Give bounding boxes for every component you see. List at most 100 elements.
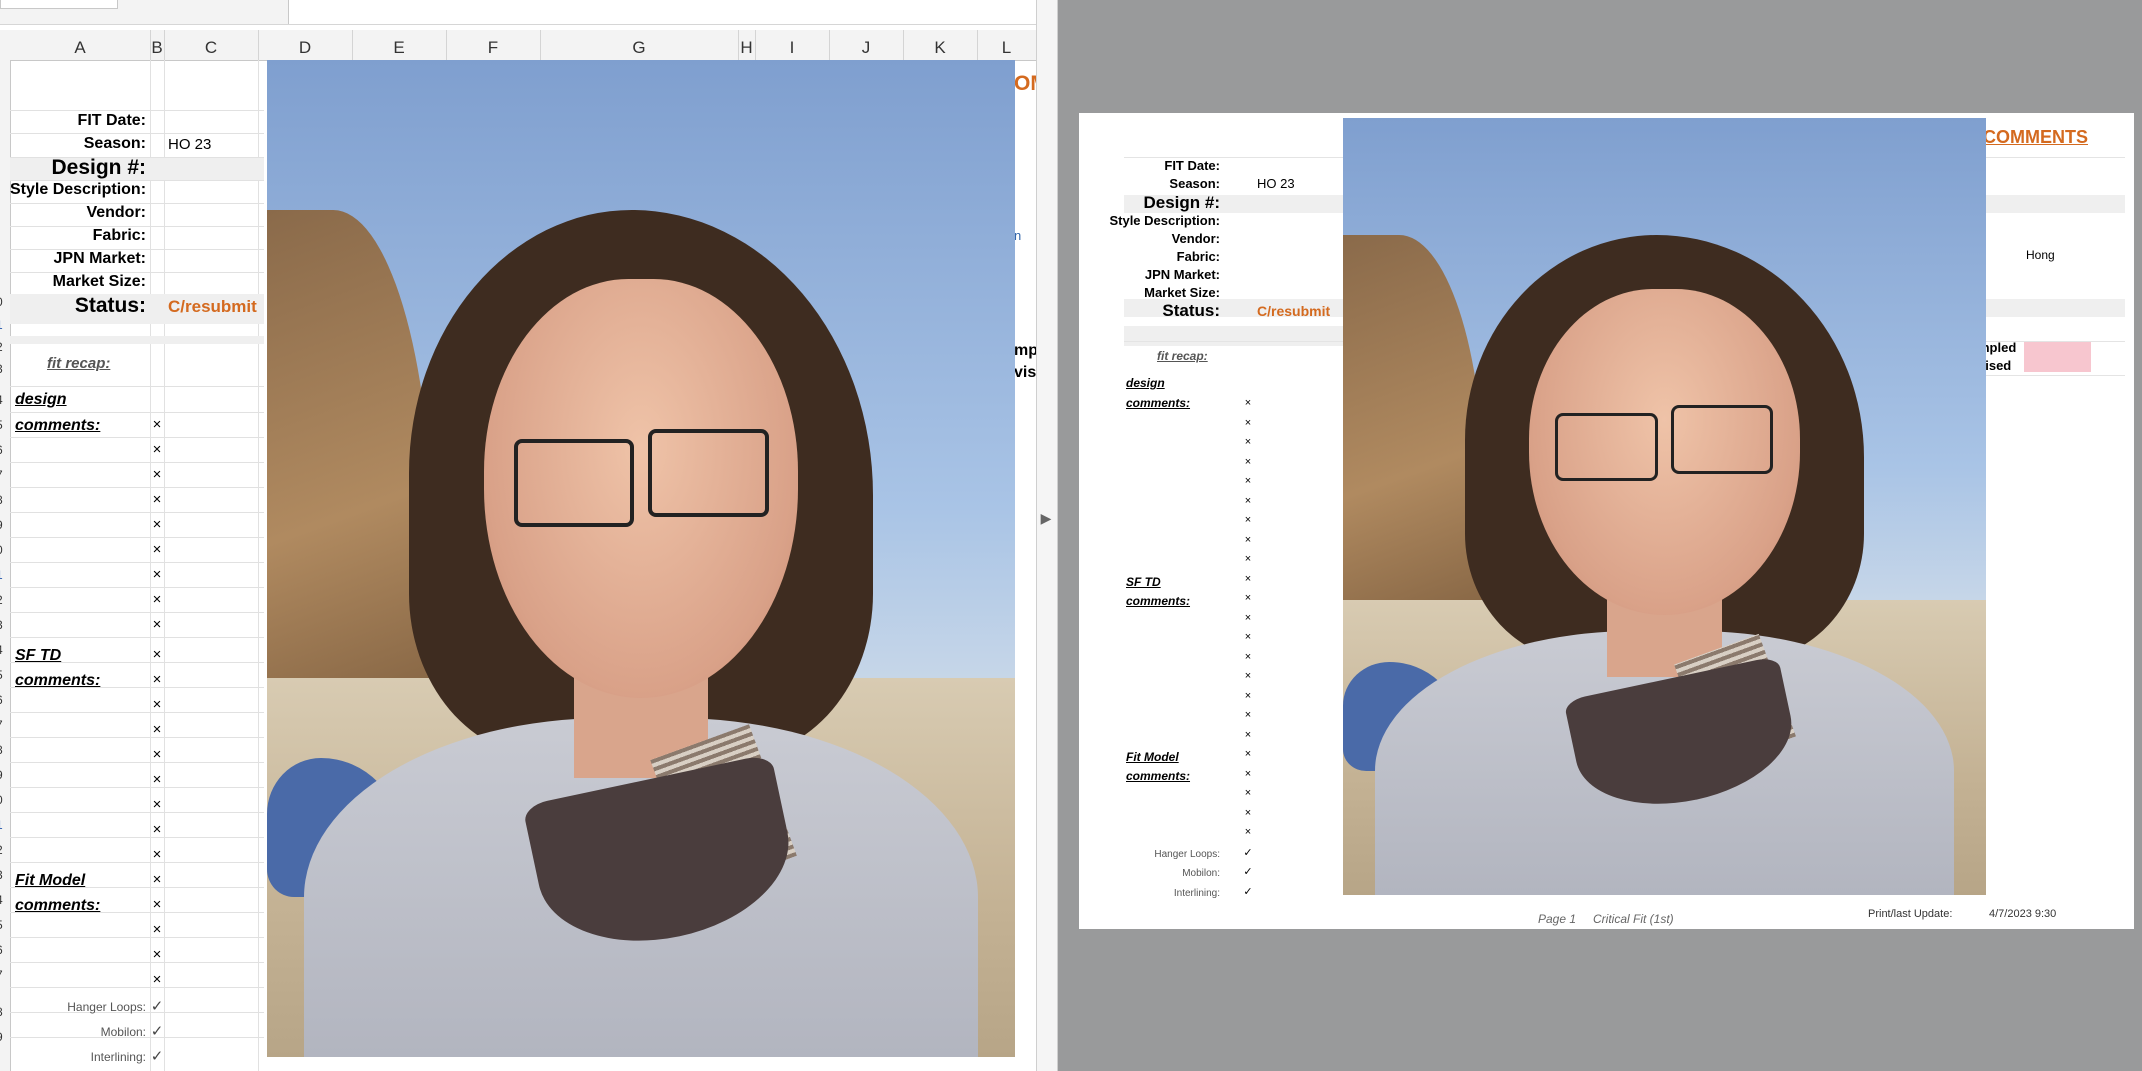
- gridline: [10, 562, 264, 563]
- column-header-k[interactable]: K: [903, 30, 978, 60]
- row-number[interactable]: 0: [0, 295, 8, 309]
- row-number[interactable]: 3: [0, 362, 8, 376]
- fabric-label: Fabric:: [1176, 249, 1220, 264]
- spreadsheet-view[interactable]: A B C D E F G H I J K L 0 1 2 3 4 5 6 7 …: [0, 0, 1036, 1071]
- row-number[interactable]: 0: [0, 543, 8, 557]
- embedded-photo[interactable]: [267, 60, 1015, 1057]
- status-label: Status:: [1162, 301, 1220, 320]
- x-mark[interactable]: ×: [147, 871, 167, 888]
- column-header-a[interactable]: A: [10, 30, 151, 60]
- row-number[interactable]: 6: [0, 443, 8, 457]
- x-mark[interactable]: ×: [147, 971, 167, 988]
- x-mark: ×: [1244, 690, 1252, 702]
- row-number[interactable]: 1: [0, 318, 8, 332]
- gridline: [10, 612, 264, 613]
- row-number[interactable]: 7: [0, 718, 8, 732]
- fit-model-comments-heading-2: comments:: [15, 897, 101, 914]
- x-mark[interactable]: ×: [147, 896, 167, 913]
- row-number[interactable]: 4: [0, 643, 8, 657]
- column-header-i[interactable]: I: [755, 30, 830, 60]
- row-number[interactable]: 2: [0, 340, 8, 354]
- gridline: [10, 962, 264, 963]
- check-mark[interactable]: ✓: [147, 1047, 167, 1065]
- row-number[interactable]: 5: [0, 918, 8, 932]
- row-number[interactable]: 4: [0, 393, 8, 407]
- x-mark[interactable]: ×: [147, 516, 167, 533]
- x-mark[interactable]: ×: [147, 541, 167, 558]
- row-number[interactable]: 9: [0, 768, 8, 782]
- x-mark[interactable]: ×: [147, 416, 167, 433]
- row-number[interactable]: 1: [0, 568, 8, 582]
- row-number[interactable]: 3: [0, 868, 8, 882]
- row-number[interactable]: 8: [0, 1005, 8, 1019]
- season-value[interactable]: HO 23: [168, 136, 211, 153]
- x-mark[interactable]: ×: [147, 946, 167, 963]
- column-header-b[interactable]: B: [150, 30, 165, 60]
- row-number[interactable]: 2: [0, 593, 8, 607]
- column-header-l[interactable]: L: [977, 30, 1036, 60]
- gridline: [10, 487, 264, 488]
- photo-glasses-left: [1555, 413, 1658, 482]
- check-mark[interactable]: ✓: [147, 1022, 167, 1040]
- column-header-f[interactable]: F: [446, 30, 541, 60]
- gridline: [10, 712, 264, 713]
- row-number[interactable]: 8: [0, 493, 8, 507]
- x-mark[interactable]: ×: [147, 566, 167, 583]
- row-number[interactable]: 1: [0, 818, 8, 832]
- x-mark: ×: [1244, 573, 1252, 585]
- x-mark[interactable]: ×: [147, 821, 167, 838]
- status-value[interactable]: C/resubmit: [168, 297, 257, 317]
- row-number[interactable]: 9: [0, 1030, 8, 1044]
- x-mark[interactable]: ×: [147, 921, 167, 938]
- x-mark[interactable]: ×: [147, 846, 167, 863]
- x-mark[interactable]: ×: [147, 616, 167, 633]
- row-number[interactable]: 0: [0, 793, 8, 807]
- collapse-arrow-icon[interactable]: ▶: [1038, 510, 1054, 527]
- design-comments-heading: design: [15, 391, 67, 408]
- highlight-band: [10, 336, 264, 344]
- gridline: [10, 437, 264, 438]
- style-description-label: Style Description:: [10, 181, 147, 198]
- row-number[interactable]: 4: [0, 893, 8, 907]
- x-mark[interactable]: ×: [147, 796, 167, 813]
- x-mark[interactable]: ×: [147, 696, 167, 713]
- row-number[interactable]: 5: [0, 418, 8, 432]
- row-number[interactable]: 2: [0, 843, 8, 857]
- x-mark[interactable]: ×: [147, 746, 167, 763]
- x-mark[interactable]: ×: [147, 771, 167, 788]
- x-mark[interactable]: ×: [147, 721, 167, 738]
- fit-model-comments-heading: Fit Model: [1126, 750, 1179, 764]
- column-header-g[interactable]: G: [540, 30, 739, 60]
- gridline: [10, 762, 264, 763]
- row-number[interactable]: 7: [0, 468, 8, 482]
- column-header-bar: A B C D E F G H I J K L: [0, 30, 1036, 61]
- x-mark[interactable]: ×: [147, 466, 167, 483]
- photo-glasses-right: [648, 428, 769, 517]
- x-mark[interactable]: ×: [147, 671, 167, 688]
- column-header-c[interactable]: C: [164, 30, 259, 60]
- row-number[interactable]: 9: [0, 518, 8, 532]
- x-mark[interactable]: ×: [147, 591, 167, 608]
- gridline: [10, 987, 264, 988]
- row-number[interactable]: 3: [0, 618, 8, 632]
- hanger-loops-label: Hanger Loops:: [1154, 849, 1220, 860]
- row-number[interactable]: 5: [0, 668, 8, 682]
- formula-input[interactable]: [288, 0, 1036, 24]
- column-header-j[interactable]: J: [829, 30, 904, 60]
- x-mark[interactable]: ×: [147, 491, 167, 508]
- row-number[interactable]: 6: [0, 943, 8, 957]
- column-header-h[interactable]: H: [738, 30, 756, 60]
- pane-divider[interactable]: [1036, 0, 1058, 1071]
- x-mark: ×: [1244, 631, 1252, 643]
- x-mark[interactable]: ×: [147, 441, 167, 458]
- column-header-e[interactable]: E: [352, 30, 447, 60]
- row-number[interactable]: 6: [0, 693, 8, 707]
- check-mark[interactable]: ✓: [147, 997, 167, 1015]
- gridline: [10, 737, 264, 738]
- column-header-d[interactable]: D: [258, 30, 353, 60]
- x-mark[interactable]: ×: [147, 646, 167, 663]
- fit-recap-heading: fit recap:: [1157, 349, 1208, 363]
- row-number[interactable]: 8: [0, 743, 8, 757]
- name-box[interactable]: [0, 0, 118, 9]
- row-number[interactable]: 7: [0, 968, 8, 982]
